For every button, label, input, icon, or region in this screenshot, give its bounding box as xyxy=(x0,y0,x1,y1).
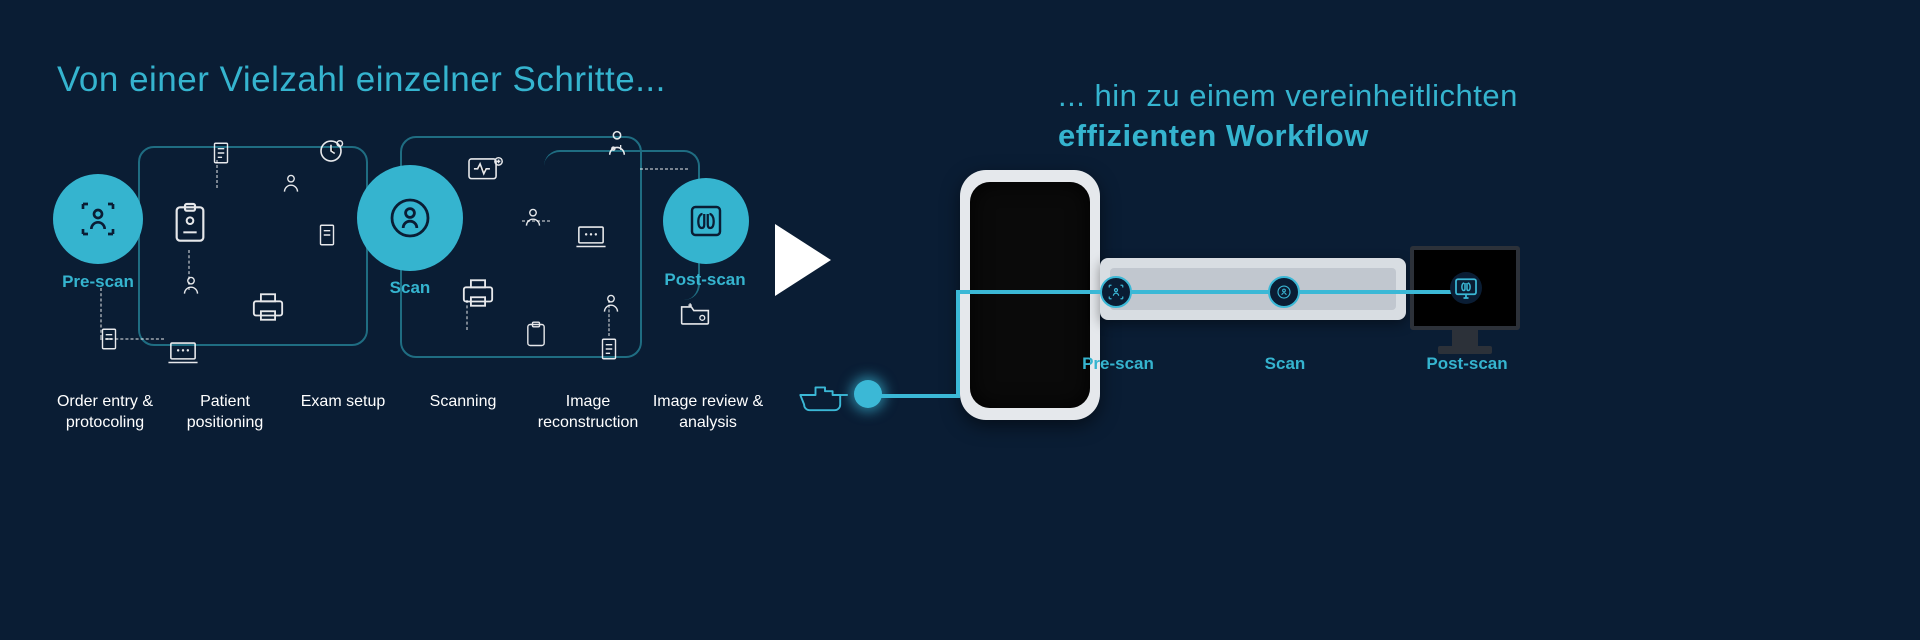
touchpoint-glow xyxy=(854,380,882,408)
prescan-label: Pre-scan xyxy=(53,272,143,292)
right-postscan-label: Post-scan xyxy=(1412,354,1522,374)
step-label-scanning: Scanning xyxy=(403,392,523,413)
right-postscan-node xyxy=(1450,272,1482,304)
monitor-base xyxy=(1438,346,1492,354)
document-icon xyxy=(314,222,340,248)
document-icon xyxy=(96,326,122,352)
step-label-image-review: Image review & analysis xyxy=(648,392,768,434)
heading-right: ... hin zu einem vereinheitlichten effiz… xyxy=(1058,78,1518,154)
step-label-image-reconstruction: Image reconstruction xyxy=(528,392,648,434)
diagram-root: Von einer Vielzahl einzelner Schritte...… xyxy=(0,0,1920,640)
doctor-icon xyxy=(602,128,636,162)
person-icon xyxy=(598,290,624,316)
play-icon xyxy=(775,224,831,296)
laptop-icon xyxy=(574,224,608,258)
flow-line xyxy=(956,290,1464,294)
dashed-connector xyxy=(640,168,688,170)
person-icon xyxy=(278,170,304,196)
person-scan-icon xyxy=(78,199,118,239)
clipboard-icon xyxy=(522,318,548,344)
step-label-order-entry: Order entry & protocoling xyxy=(45,392,165,434)
flow-line xyxy=(956,290,960,398)
person-target-icon xyxy=(386,194,434,242)
scan-label: Scan xyxy=(357,278,463,298)
pointing-hand-icon xyxy=(796,376,854,414)
scanner-table-surface xyxy=(1110,268,1396,310)
postscan-circle xyxy=(663,178,749,264)
clipboard-icon xyxy=(170,200,210,248)
right-scan-node xyxy=(1268,276,1300,308)
step-label-exam-setup: Exam setup xyxy=(283,392,403,413)
document-icon xyxy=(208,140,234,166)
folder-user-icon xyxy=(678,298,712,332)
person-icon xyxy=(520,204,546,230)
heading-right-line2: effizienten Workflow xyxy=(1058,118,1518,154)
person-icon xyxy=(178,272,204,298)
printer-icon xyxy=(248,290,288,324)
person-scan-icon xyxy=(1107,283,1125,301)
step-label-patient-positioning: Patient positioning xyxy=(165,392,285,434)
scanner-bore xyxy=(970,182,1090,408)
right-prescan-label: Pre-scan xyxy=(1068,354,1168,374)
postscan-label: Post-scan xyxy=(660,270,750,290)
right-prescan-node xyxy=(1100,276,1132,308)
printer-icon xyxy=(458,276,498,310)
prescan-circle xyxy=(53,174,143,264)
document-icon xyxy=(596,334,622,360)
scan-circle xyxy=(357,165,463,271)
clock-icon xyxy=(316,136,350,170)
heading-left: Von einer Vielzahl einzelner Schritte... xyxy=(57,60,666,100)
laptop-icon xyxy=(166,340,200,374)
medical-display-icon xyxy=(466,154,504,186)
heading-right-line1: ... hin zu einem vereinheitlichten xyxy=(1058,78,1518,113)
person-target-icon xyxy=(1275,283,1293,301)
lungs-monitor-icon xyxy=(1451,273,1481,303)
flow-line xyxy=(870,394,960,398)
lungs-scan-icon xyxy=(685,200,727,242)
right-scan-label: Scan xyxy=(1240,354,1330,374)
